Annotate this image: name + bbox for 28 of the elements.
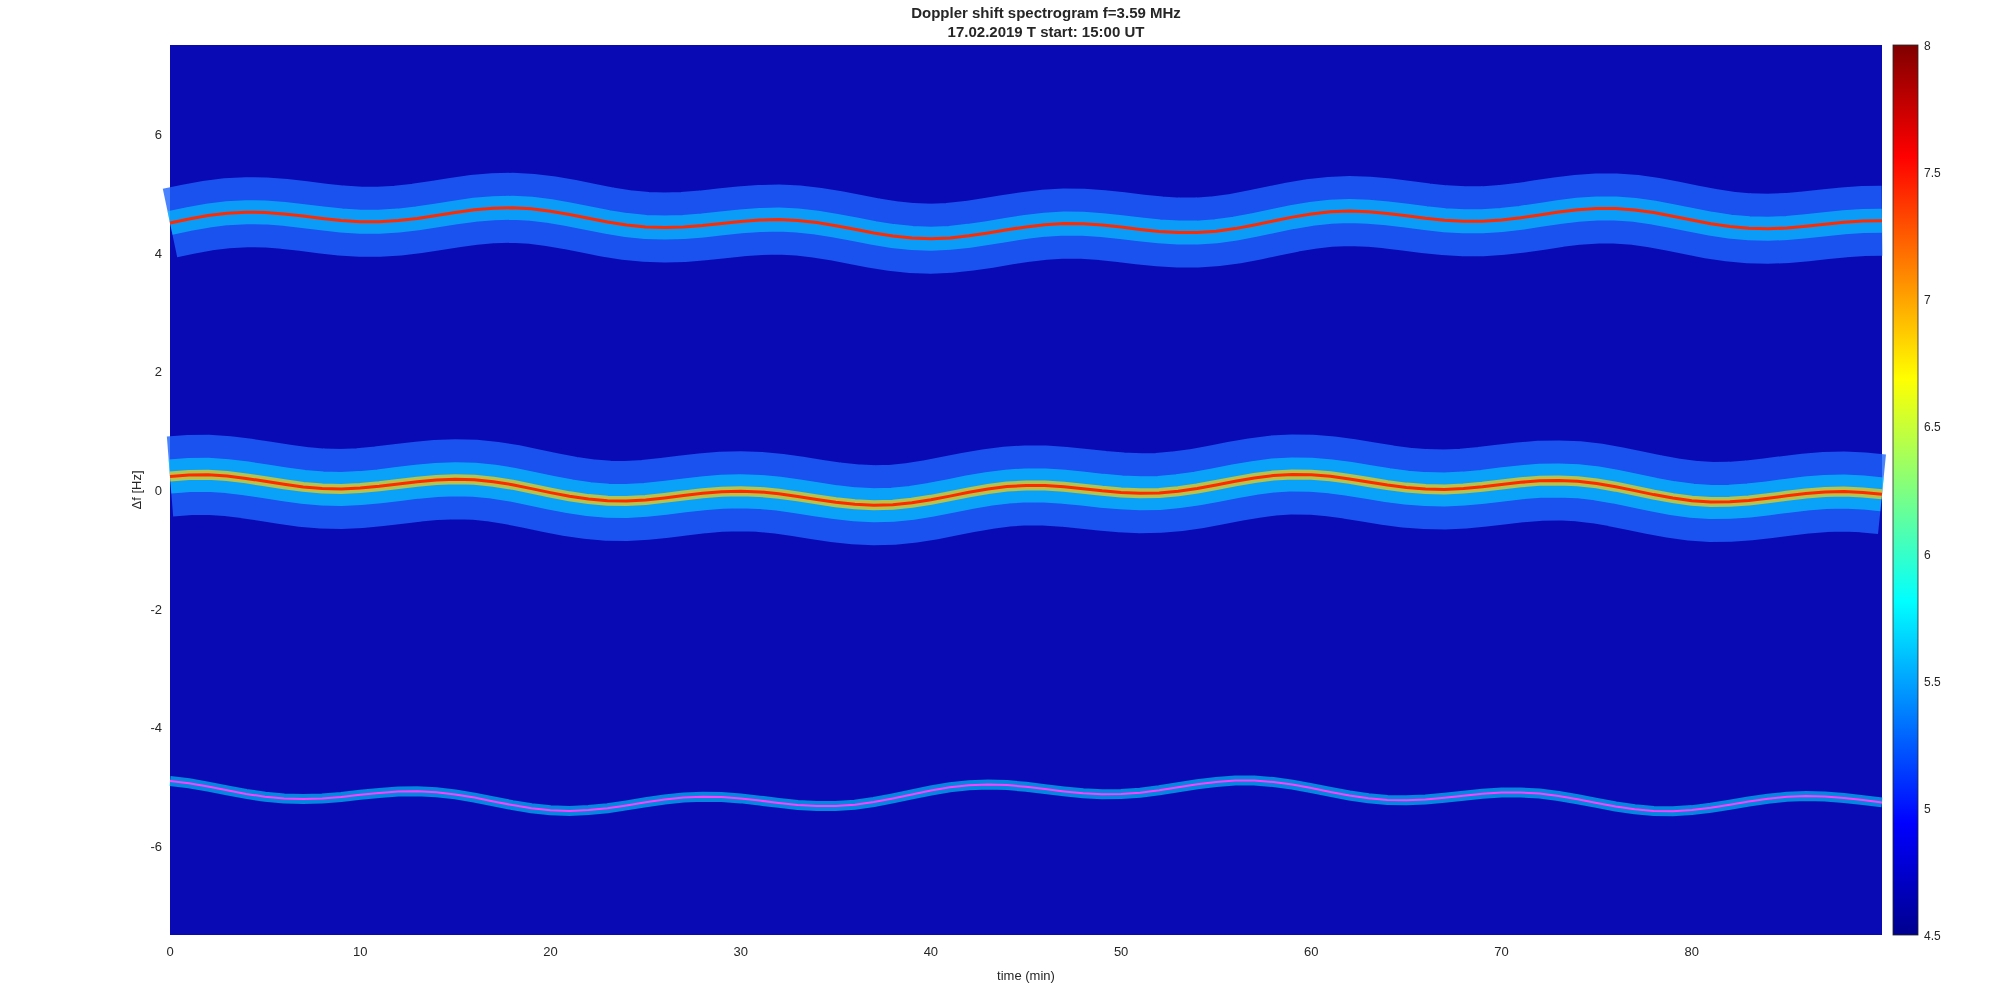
colorbar-tick-label: 4.5: [1924, 929, 1941, 943]
tick-label: -2: [150, 601, 162, 617]
colorbar-tick-label: 5.5: [1924, 674, 1941, 689]
tick-label: 50: [1113, 944, 1129, 959]
tick-label: 60: [1304, 944, 1319, 959]
tick-label: 4: [154, 245, 162, 261]
colorbar-tick-label: 6.5: [1924, 420, 1941, 435]
tick-label: 20: [543, 944, 558, 959]
axis-label: time (min): [997, 968, 1055, 983]
tick-label: 6: [154, 127, 162, 142]
tick-label: 0: [166, 944, 174, 959]
colorbar-tick-label: 6: [1924, 547, 1931, 562]
colorbar-tick-label: 8: [1924, 39, 1931, 53]
tick-label: 70: [1494, 944, 1509, 959]
tick-label: -4: [150, 720, 162, 736]
tick-label: 10: [353, 944, 368, 959]
plot-title: 17.02.2019 T start: 15:00 UT: [947, 23, 1145, 40]
colorbar-tick-label: 7.5: [1924, 166, 1941, 181]
plot-title: Doppler shift spectrogram f=3.59 MHz: [911, 4, 1181, 21]
tick-label: 2: [154, 364, 162, 380]
tick-label: 30: [733, 944, 748, 959]
colorbar-tick-label: 5: [1924, 801, 1931, 816]
colorbar-tick-label: 7: [1924, 293, 1931, 308]
tick-label: -6: [150, 839, 162, 854]
tick-label: 40: [923, 944, 939, 959]
tick-label: 80: [1684, 944, 1699, 959]
tick-label: 0: [154, 483, 162, 498]
axis-label: Δf [Hz]: [129, 470, 144, 510]
